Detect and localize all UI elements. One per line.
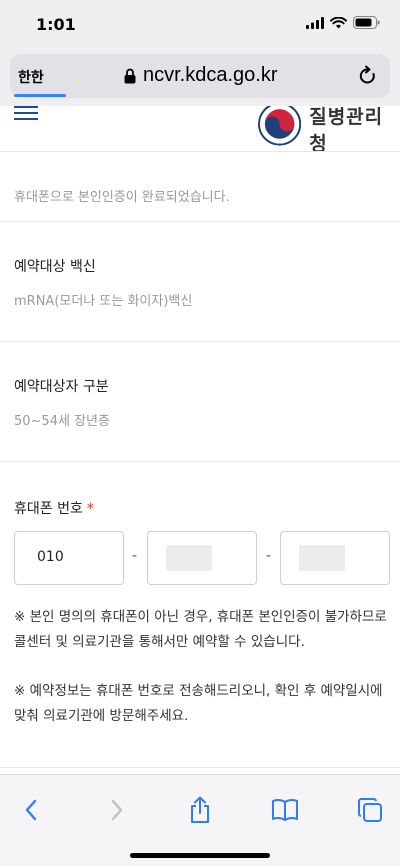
phone-separator: - bbox=[132, 548, 138, 564]
back-button[interactable] bbox=[16, 795, 46, 825]
lock-icon bbox=[124, 68, 136, 83]
phone-part1-value: 010 bbox=[37, 549, 64, 565]
phone-number-row: 010 - - bbox=[14, 531, 390, 585]
redacted-block bbox=[299, 545, 345, 571]
reservation-form: 휴대폰으로 본인인증이 완료되었습니다. 예약대상 백신 mRNA(모더나 또는… bbox=[0, 152, 400, 772]
forward-icon bbox=[111, 799, 123, 821]
battery-icon bbox=[353, 16, 380, 29]
signal-icon bbox=[306, 16, 324, 29]
status-bar: 1:01 bbox=[0, 0, 400, 50]
share-button[interactable] bbox=[185, 795, 215, 825]
status-time: 1:01 bbox=[36, 15, 76, 34]
reload-icon[interactable] bbox=[358, 65, 378, 87]
taeguk-logo-icon bbox=[258, 106, 302, 146]
auth-section: 휴대폰으로 본인인증이 완료되었습니다. bbox=[0, 152, 400, 222]
page-load-progress bbox=[14, 94, 66, 97]
vaccine-section: 예약대상 백신 mRNA(모더나 또는 화이자)백신 bbox=[0, 222, 400, 342]
auth-complete-message: 휴대폰으로 본인인증이 완료되었습니다. bbox=[14, 190, 230, 205]
target-group-section: 예약대상자 구분 50~54세 장년층 bbox=[0, 342, 400, 462]
redacted-block bbox=[166, 545, 212, 571]
status-icons bbox=[306, 16, 380, 29]
phone-label: 휴대폰 번호 bbox=[14, 501, 83, 517]
phone-part3-input[interactable] bbox=[280, 531, 390, 585]
notice-text: ※ 본인 명의의 휴대폰이 아닌 경우, 휴대폰 본인인증이 불가하므로 콜센터… bbox=[14, 609, 387, 650]
phone-separator: - bbox=[266, 548, 272, 564]
vaccine-label: 예약대상 백신 bbox=[14, 259, 96, 275]
divider bbox=[0, 767, 400, 768]
phone-label-row: 휴대폰 번호 * bbox=[14, 498, 94, 518]
target-group-label: 예약대상자 구분 bbox=[14, 379, 109, 395]
browser-toolbar bbox=[0, 774, 400, 866]
address-bar-area: 한한 ncvr.kdca.go.kr bbox=[0, 50, 400, 106]
text-size-button[interactable]: 한한 bbox=[18, 67, 44, 87]
phone-part1-input[interactable]: 010 bbox=[14, 531, 124, 585]
required-mark: * bbox=[86, 501, 94, 517]
vaccine-value: mRNA(모더나 또는 화이자)백신 bbox=[14, 294, 193, 309]
notice-text: ※ 예약정보는 휴대폰 번호로 전송해드리오니, 확인 후 예약일시에 맞춰 의… bbox=[14, 683, 383, 724]
bookmarks-button[interactable] bbox=[270, 795, 300, 825]
phone-part2-input[interactable] bbox=[147, 531, 257, 585]
home-indicator bbox=[130, 853, 270, 858]
site-header: 질병관리청 bbox=[0, 106, 400, 152]
url-domain: ncvr.kdca.go.kr bbox=[143, 64, 278, 86]
back-icon bbox=[25, 799, 37, 821]
address-bar[interactable]: 한한 ncvr.kdca.go.kr bbox=[10, 54, 390, 98]
url-display[interactable]: ncvr.kdca.go.kr bbox=[124, 64, 278, 87]
wifi-icon bbox=[330, 16, 347, 28]
bookmarks-icon bbox=[272, 798, 298, 821]
target-group-value: 50~54세 장년층 bbox=[14, 414, 110, 429]
share-icon bbox=[191, 796, 209, 823]
site-logo[interactable]: 질병관리청 bbox=[258, 106, 400, 152]
menu-icon[interactable] bbox=[14, 106, 38, 126]
logo-text: 질병관리청 bbox=[309, 106, 384, 152]
tabs-button[interactable] bbox=[355, 795, 385, 825]
forward-button[interactable] bbox=[102, 795, 132, 825]
tabs-icon bbox=[358, 798, 382, 822]
